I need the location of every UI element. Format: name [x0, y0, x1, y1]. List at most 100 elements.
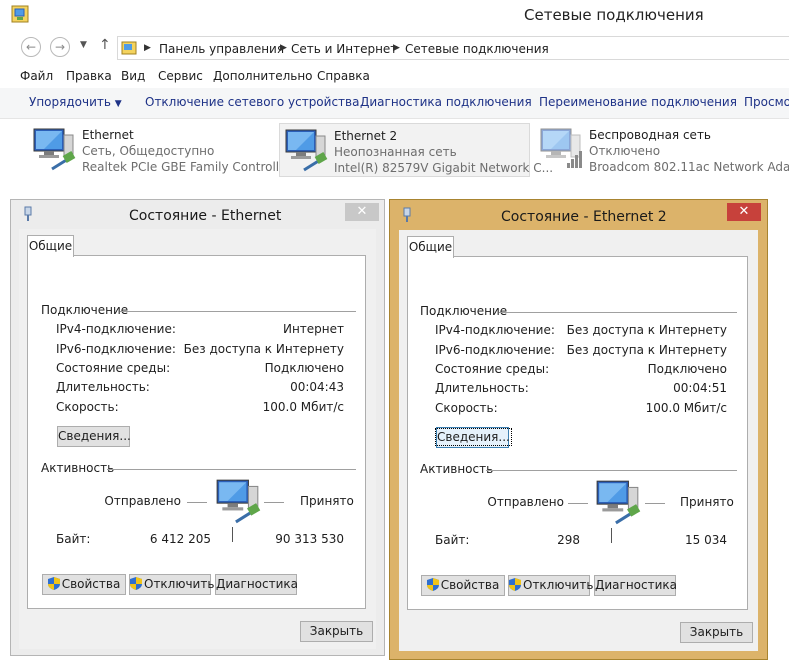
received-label: Принято [680, 495, 734, 509]
ipv4-value: Интернет [282, 322, 344, 336]
media-state-value: Подключено [647, 362, 727, 376]
dialog-client: Общие Подключение IPv4-подключение: Без … [399, 230, 758, 651]
duration-value: 00:04:43 [290, 380, 344, 394]
address-box[interactable]: ▶ Панель управления ▶ Сеть и Интернет ▶ … [117, 36, 789, 60]
ipv6-value: Без доступа к Интернету [566, 343, 727, 357]
properties-label: Свойства [440, 578, 500, 592]
activity-group-label: Активность [420, 462, 494, 476]
network-plug-icon [403, 207, 411, 222]
menu-tools[interactable]: Сервис [158, 69, 203, 83]
speed-value: 100.0 Мбит/с [262, 400, 344, 414]
uac-shield-icon [130, 577, 142, 590]
details-button[interactable]: Сведения... [57, 426, 131, 447]
sent-dash [187, 502, 207, 503]
back-button[interactable]: ← [21, 37, 41, 57]
details-label: Сведения... [435, 428, 512, 446]
disable-label: Отключить [144, 577, 215, 591]
diagnose-connection-button[interactable]: Диагностика подключения [360, 95, 532, 109]
activity-group-label: Активность [41, 461, 115, 475]
uac-shield-icon [47, 577, 60, 590]
control-panel-icon [121, 41, 137, 55]
breadcrumb-separator-icon: ▶ [144, 43, 151, 53]
network-activity-icon [596, 480, 642, 525]
media-state-value: Подключено [264, 361, 344, 375]
breadcrumb-network-connections[interactable]: Сетевые подключения [405, 42, 549, 56]
up-button[interactable]: ↑ [99, 37, 111, 53]
ethernet-adapter-icon [285, 129, 329, 172]
menu-edit[interactable]: Правка [66, 69, 112, 83]
connection-list: Ethernet Сеть, Общедоступно Realtek PCIe… [0, 119, 789, 199]
breadcrumb-network-internet[interactable]: Сеть и Интернет [291, 42, 397, 56]
connection-item-ethernet[interactable]: Ethernet Сеть, Общедоступно Realtek PCIe… [28, 123, 291, 175]
organize-label: Упорядочить [29, 95, 111, 109]
connection-item-wireless[interactable]: Беспроводная сеть Отключено Broadcom 802… [535, 123, 789, 175]
bytes-received-value: 15 034 [685, 533, 727, 547]
dialog-client: Общие Подключение IPv4-подключение: Инте… [19, 229, 376, 649]
menu-view[interactable]: Вид [121, 69, 145, 83]
group-divider [499, 312, 737, 313]
received-label: Принято [300, 494, 354, 508]
command-bar: Упорядочить ▼ Отключение сетевого устрой… [0, 88, 789, 119]
activity-separator [611, 528, 612, 543]
breadcrumb-control-panel[interactable]: Панель управления [159, 42, 284, 56]
organize-button[interactable]: Упорядочить ▼ [29, 95, 122, 109]
properties-button[interactable]: Свойства [421, 575, 505, 596]
bytes-label: Байт: [435, 533, 470, 547]
duration-value: 00:04:51 [673, 381, 727, 395]
wireless-adapter-icon [540, 128, 582, 168]
group-divider [107, 469, 356, 470]
received-dash [264, 502, 284, 503]
tab-panel-general: Подключение IPv4-подключение: Без доступ… [407, 256, 748, 610]
network-activity-icon [216, 479, 262, 524]
disable-button[interactable]: Отключить [129, 574, 215, 595]
connection-item-ethernet-2[interactable]: Ethernet 2 Неопознанная сеть Intel(R) 82… [279, 123, 553, 177]
ipv6-label: IPv6-подключение: [56, 342, 176, 356]
menu-advanced[interactable]: Дополнительно [213, 69, 313, 83]
properties-button[interactable]: Свойства [42, 574, 126, 595]
close-button[interactable]: Закрыть [300, 621, 373, 642]
duration-label: Длительность: [435, 381, 529, 395]
forward-button[interactable]: → [50, 37, 70, 57]
dialog-close-button[interactable]: ✕ [727, 203, 761, 221]
dialog-close-button[interactable]: ✕ [345, 203, 379, 221]
dialog-title: Состояние - Ethernet 2 [501, 209, 667, 225]
media-state-label: Состояние среды: [56, 361, 171, 375]
sent-dash [568, 503, 588, 504]
window-title: Сетевые подключения [524, 6, 704, 24]
sent-label: Отправлено [487, 495, 564, 509]
details-button[interactable]: Сведения... [435, 427, 512, 448]
recent-locations-chevron-icon[interactable]: ▼ [80, 40, 87, 50]
tab-general[interactable]: Общие [407, 236, 454, 258]
diagnose-button[interactable]: Диагностика [594, 575, 677, 596]
menu-help[interactable]: Справка [317, 69, 370, 83]
speed-value: 100.0 Мбит/с [645, 401, 727, 415]
menu-file[interactable]: Файл [20, 69, 53, 83]
status-dialog-ethernet: Состояние - Ethernet ✕ Общие Подключение… [10, 199, 385, 656]
disable-label: Отключить [523, 578, 594, 592]
group-divider [486, 470, 737, 471]
connection-name: Ethernet 2 [334, 129, 398, 143]
tab-general[interactable]: Общие [27, 235, 74, 257]
properties-label: Свойства [61, 577, 121, 591]
ipv6-value: Без доступа к Интернету [183, 342, 344, 356]
network-plug-icon [24, 206, 32, 221]
disable-device-button[interactable]: Отключение сетевого устройства [145, 95, 359, 109]
diagnose-button[interactable]: Диагностика [215, 574, 298, 595]
close-button[interactable]: Закрыть [680, 622, 753, 643]
bytes-sent-value: 6 412 205 [149, 532, 211, 546]
media-state-label: Состояние среды: [435, 362, 550, 376]
dialog-title: Состояние - Ethernet [129, 208, 282, 224]
window-titlebar: Сетевые подключения [0, 0, 789, 30]
breadcrumb-separator-icon: ▶ [393, 43, 400, 53]
ethernet-adapter-icon [33, 128, 77, 171]
uac-shield-icon [509, 578, 521, 591]
connection-device: Realtek PCIe GBE Family Controller [82, 160, 292, 174]
ipv4-value: Без доступа к Интернету [566, 323, 727, 337]
view-status-button[interactable]: Просмо [744, 95, 789, 109]
ipv4-label: IPv4-подключение: [435, 323, 555, 337]
activity-separator [232, 527, 233, 542]
disable-button[interactable]: Отключить [508, 575, 594, 596]
group-divider [120, 311, 356, 312]
connection-status: Сеть, Общедоступно [82, 144, 215, 158]
rename-connection-button[interactable]: Переименование подключения [539, 95, 737, 109]
